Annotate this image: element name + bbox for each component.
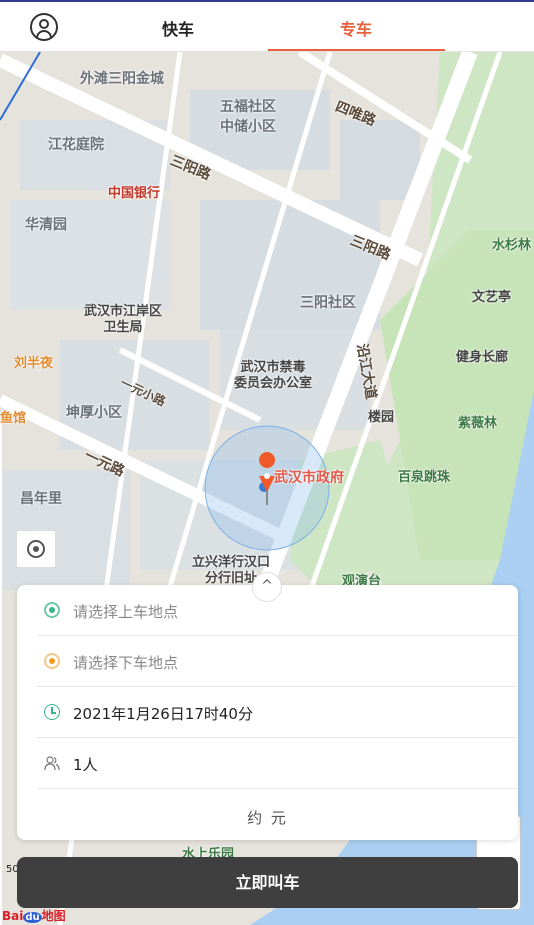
collapse-chevron-up-icon[interactable]: ^ — [252, 572, 282, 602]
map-label-kunhou: 坤厚小区 — [66, 405, 122, 421]
map-label-jianghua: 江花庭院 — [48, 137, 104, 153]
map-label-louyuan: 楼园 — [368, 410, 395, 425]
pickup-location-input[interactable]: 请选择上车地点 — [73, 601, 178, 622]
baidu-map-logo: Bai du 地图 — [2, 909, 66, 923]
dropoff-row[interactable]: 请选择下车地点 — [37, 636, 517, 687]
map-label-changnian: 昌年里 — [20, 491, 62, 507]
clock-icon — [44, 704, 60, 720]
active-tab-indicator — [268, 49, 445, 51]
map-label-shuishan: 水杉林 — [492, 238, 532, 253]
map-label-health-bureau: 武汉市江岸区 卫生局 — [84, 304, 163, 335]
map-label-wufu: 五福社区 — [220, 99, 276, 115]
pickup-dot-icon — [44, 602, 60, 618]
map-label-zhongchu: 中储小区 — [220, 119, 276, 135]
tab-premium[interactable]: 专车 — [340, 16, 372, 40]
map-label-jindu: 武汉市禁毒 委员会办公室 — [234, 360, 313, 391]
map-label-government: 武汉市政府 — [274, 470, 344, 486]
locate-me-button[interactable] — [16, 530, 56, 568]
map-label-wenyi: 文艺亭 — [472, 290, 512, 305]
map-label-baiquan: 百泉跳珠 — [398, 470, 451, 485]
map-label-waitan: 外滩三阳金城 — [80, 71, 164, 87]
dropoff-location-input[interactable]: 请选择下车地点 — [73, 652, 178, 673]
tab-express[interactable]: 快车 — [162, 16, 194, 40]
top-bar: 快车 专车 — [0, 0, 534, 52]
dropoff-dot-icon — [44, 653, 60, 669]
passengers-icon — [44, 756, 60, 771]
ride-booking-panel: 请选择上车地点 请选择下车地点 2021年1月26日17时40分 1人 约 元 — [17, 585, 518, 840]
call-car-button[interactable]: 立即叫车 — [17, 857, 518, 908]
fare-estimate: 约 元 — [247, 809, 288, 827]
passenger-row[interactable]: 1人 — [37, 738, 517, 789]
map-label-bank: 中国银行 — [108, 186, 161, 201]
map-label-ziwei: 紫薇林 — [458, 416, 498, 431]
map-label-liubanye: 刘半夜 — [14, 356, 54, 371]
passenger-count[interactable]: 1人 — [73, 754, 98, 775]
map-label-huaqing: 华清园 — [25, 217, 67, 233]
departure-time[interactable]: 2021年1月26日17时40分 — [73, 703, 253, 724]
map-label-sanyang-community: 三阳社区 — [300, 295, 356, 311]
datetime-row[interactable]: 2021年1月26日17时40分 — [37, 687, 517, 738]
map-label-yuguan: 鱼馆 — [0, 411, 27, 426]
user-avatar-icon[interactable] — [30, 13, 58, 41]
map-label-jianshen: 健身长廊 — [456, 350, 509, 365]
